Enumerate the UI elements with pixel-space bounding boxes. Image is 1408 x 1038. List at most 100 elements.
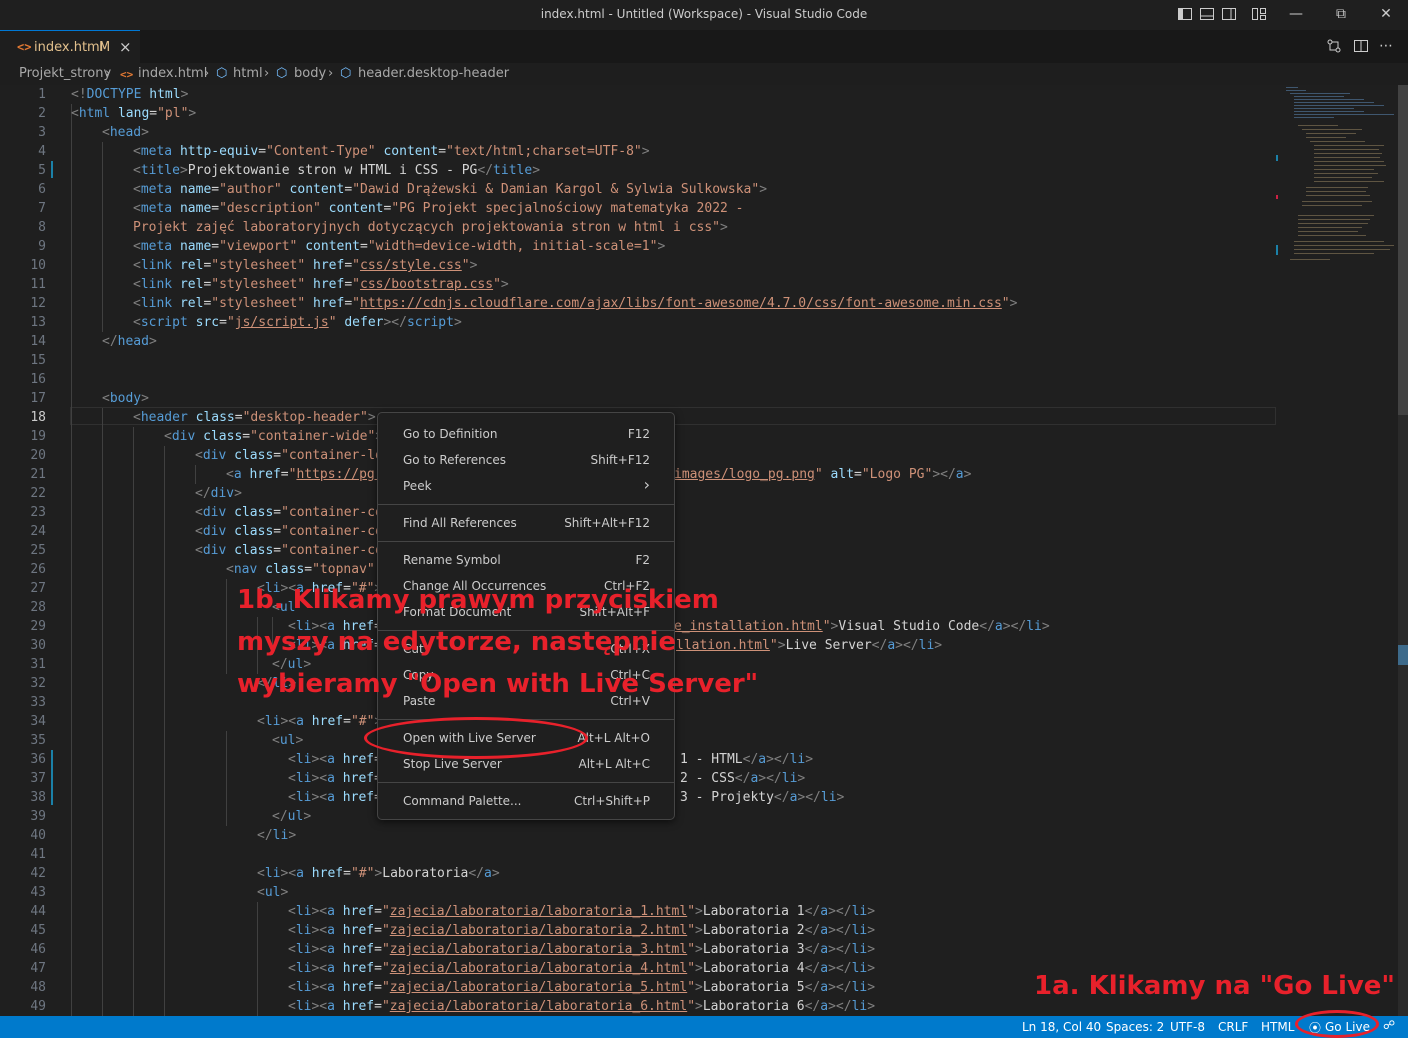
line-number: 24	[30, 524, 46, 539]
compare-changes-icon[interactable]	[1326, 38, 1342, 54]
chevron-right-icon: ›	[643, 475, 650, 494]
breadcrumb-file[interactable]: index.html	[138, 66, 207, 81]
code-line-21-tail: images/logo_pg.png" alt="Logo PG"></a>	[674, 467, 972, 482]
line-number: 43	[30, 885, 46, 900]
line-number: 34	[30, 714, 46, 729]
cursor-position[interactable]: Ln 18, Col 40	[1022, 1020, 1101, 1034]
code-line-9: <meta name="viewport" content="width=dev…	[133, 239, 666, 254]
code-line-49: <li><a href="zajecia/laboratoria/laborat…	[288, 999, 876, 1014]
breadcrumb-folder[interactable]: Projekt_strony	[19, 66, 111, 81]
breadcrumb-body[interactable]: body	[294, 66, 326, 81]
toggle-primary-sidebar-icon[interactable]	[1177, 6, 1193, 22]
code-line-5: <title>Projektowanie stron w HTML i CSS …	[133, 163, 541, 178]
code-line-36: <li><a href=	[288, 752, 382, 767]
minimize-button[interactable]: —	[1282, 3, 1310, 25]
line-number: 29	[30, 619, 46, 634]
link-style-css[interactable]: css/style.css	[360, 258, 462, 273]
line-number: 22	[30, 486, 46, 501]
code-line-1: <!DOCTYPE html>	[71, 87, 189, 102]
code-line-7: <meta name="description" content="PG Pro…	[133, 201, 744, 216]
line-number: 23	[30, 505, 46, 520]
menu-separator	[378, 504, 674, 505]
element-cube-icon: ⬡	[276, 66, 288, 81]
line-number: 15	[30, 353, 46, 368]
line-number: 46	[30, 942, 46, 957]
encoding[interactable]: UTF-8	[1170, 1020, 1205, 1034]
menu-item-find-all-references[interactable]: Find All References Shift+Alt+F12	[382, 510, 670, 536]
close-tab-icon[interactable]: ×	[119, 38, 132, 56]
menu-item-rename-symbol[interactable]: Rename Symbol F2	[382, 547, 670, 573]
code-line-39: </ul>	[272, 809, 312, 824]
line-number: 1	[38, 87, 46, 102]
toggle-panel-icon[interactable]	[1199, 6, 1215, 22]
code-line-29-tail: e_installation.html">Visual Studio Code<…	[674, 619, 1050, 634]
code-line-19: <div class="container-wide">	[164, 429, 383, 444]
menu-item-peek[interactable]: Peek ›	[382, 473, 670, 499]
line-number: 21	[30, 467, 46, 482]
menu-separator	[378, 782, 674, 783]
toggle-secondary-sidebar-icon[interactable]	[1221, 6, 1237, 22]
line-number: 49	[30, 999, 46, 1014]
code-line-46: <li><a href="zajecia/laboratoria/laborat…	[288, 942, 876, 957]
code-line-38-tail: 3 - Projekty</a></li>	[680, 790, 845, 805]
indent-guide	[102, 142, 103, 332]
menu-item-go-to-definition[interactable]: Go to Definition F12	[382, 421, 670, 447]
minimap[interactable]	[1276, 85, 1396, 1016]
customize-layout-icon[interactable]	[1251, 6, 1267, 22]
indentation[interactable]: Spaces: 2	[1106, 1020, 1164, 1034]
element-cube-icon: ⬡	[340, 66, 352, 81]
line-number: 26	[30, 562, 46, 577]
code-line-3: <head>	[102, 125, 149, 140]
indent-guide	[226, 579, 227, 674]
status-bar: Ln 18, Col 40 Spaces: 2 UTF-8 CRLF HTML …	[0, 1016, 1408, 1038]
code-editor[interactable]: 1 2 3 4 5 6 7 8 9 10 11 12 13 14 15 16 17 18 19 20 21 22 23 24 2…	[0, 85, 1408, 1016]
code-line-35: <ul>	[272, 733, 304, 748]
line-number: 13	[30, 315, 46, 330]
restore-button[interactable]: ⧉	[1327, 3, 1355, 25]
code-line-12: <link rel="stylesheet" href="https://cdn…	[133, 296, 1018, 311]
link-font-awesome[interactable]: https://cdnjs.cloudflare.com/ajax/libs/f…	[360, 296, 1002, 311]
line-endings[interactable]: CRLF	[1218, 1020, 1248, 1034]
split-editor-icon[interactable]	[1353, 38, 1369, 54]
code-line-6: <meta name="author" content="Dawid Drąże…	[133, 182, 768, 197]
code-line-37: <li><a href=	[288, 771, 382, 786]
menu-item-command-palette[interactable]: Command Palette... Ctrl+Shift+P	[382, 788, 670, 814]
modified-indicator: M	[99, 40, 111, 55]
context-menu: Go to Definition F12 Go to References Shif…	[377, 412, 675, 820]
link-script-js[interactable]: js/script.js	[235, 315, 329, 330]
line-number: 25	[30, 543, 46, 558]
line-number: 5	[38, 163, 46, 178]
code-line-10: <link rel="stylesheet" href="css/style.c…	[133, 258, 478, 273]
line-number: 32	[30, 676, 46, 691]
close-window-button[interactable]: ✕	[1372, 3, 1400, 25]
line-number: 33	[30, 695, 46, 710]
tab-index-html[interactable]: <> index.html M ×	[0, 30, 140, 63]
line-number: 16	[30, 372, 46, 387]
code-line-21: <a href="https://pg.	[226, 467, 383, 482]
code-line-4: <meta http-equiv="Content-Type" content=…	[133, 144, 650, 159]
indent-guide	[164, 446, 165, 1016]
breadcrumb-html[interactable]: html	[233, 66, 263, 81]
breadcrumb-header[interactable]: header.desktop-header	[358, 66, 509, 81]
annotation-step-1a: 1a. Klikamy na "Go Live"	[1034, 971, 1395, 1001]
html-file-icon: <>	[120, 68, 134, 81]
code-line-24: <div class="container-co	[195, 524, 383, 539]
code-line-8: Projekt zajęć laboratoryjnych dotyczącyc…	[133, 220, 728, 235]
code-line-44: <li><a href="zajecia/laboratoria/laborat…	[288, 904, 876, 919]
link-bootstrap-css[interactable]: css/bootstrap.css	[360, 277, 493, 292]
language-mode[interactable]: HTML	[1261, 1020, 1294, 1034]
menu-item-go-to-references[interactable]: Go to References Shift+F12	[382, 447, 670, 473]
line-number: 8	[38, 220, 46, 235]
scrollbar-marker	[1398, 645, 1408, 665]
line-number: 7	[38, 201, 46, 216]
more-actions-icon[interactable]: ⋯	[1378, 38, 1394, 54]
chevron-right-icon: ›	[328, 66, 334, 81]
code-line-2: <html lang="pl">	[71, 106, 197, 121]
code-line-37-tail: 2 - CSS</a></li>	[680, 771, 806, 786]
window-title: index.html - Untitled (Workspace) - Visu…	[540, 7, 868, 21]
code-line-47: <li><a href="zajecia/laboratoria/laborat…	[288, 961, 876, 976]
scrollbar-thumb[interactable]	[1398, 85, 1408, 415]
code-line-42: <li><a href="#">Laboratoria</a>	[257, 866, 500, 881]
code-line-11: <link rel="stylesheet" href="css/bootstr…	[133, 277, 509, 292]
feedback-icon[interactable]: ☍	[1383, 1018, 1395, 1032]
